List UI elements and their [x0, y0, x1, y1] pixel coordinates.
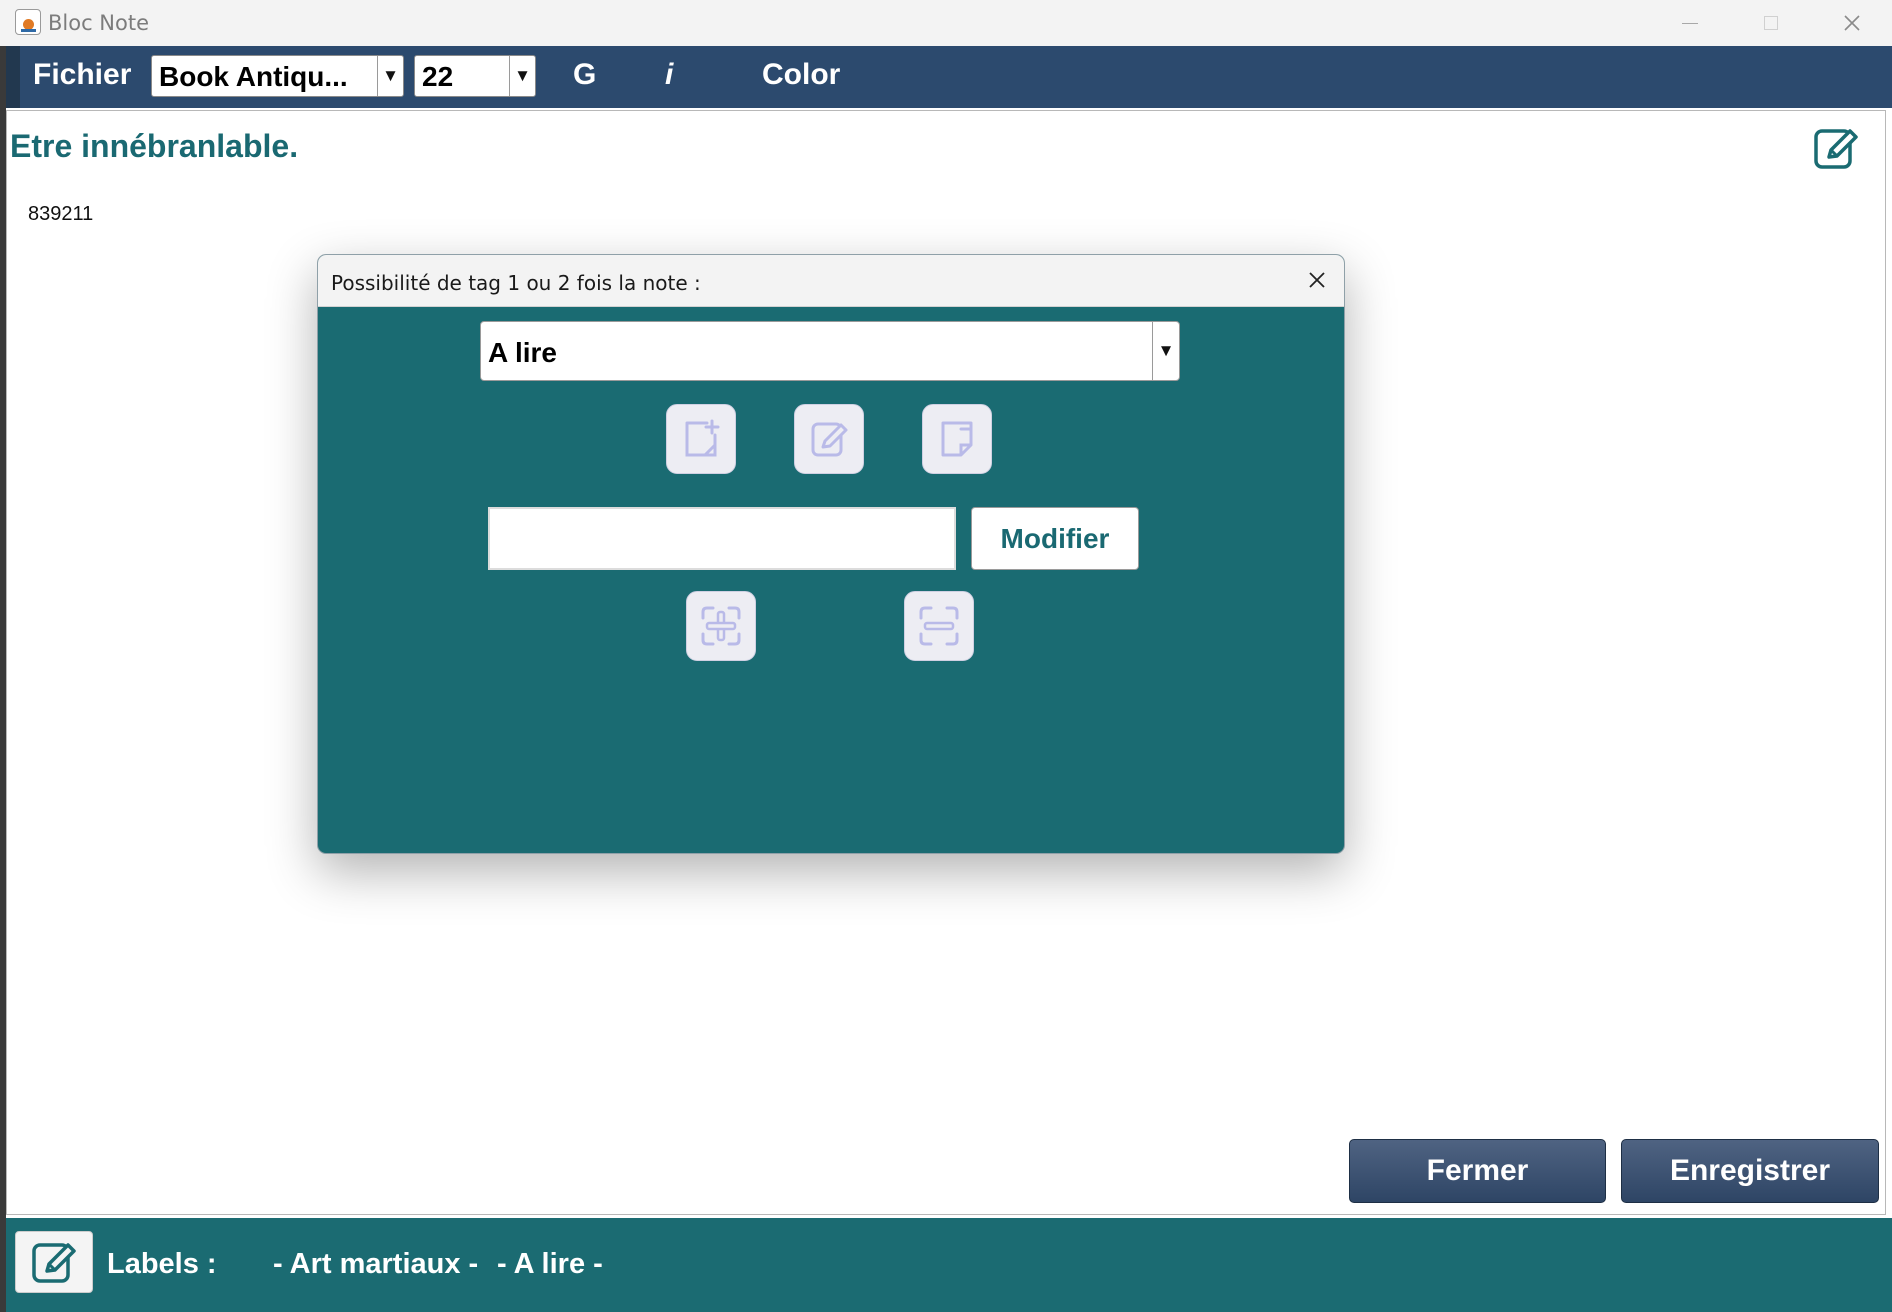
new-note-icon: [685, 419, 720, 457]
chevron-down-icon[interactable]: ▼: [377, 56, 403, 96]
new-tag-button[interactable]: [666, 404, 736, 474]
edit-note-icon: [811, 422, 848, 457]
label-tag[interactable]: - A lire -: [497, 1248, 603, 1281]
tag-select[interactable]: A lire ▼: [480, 321, 1180, 381]
color-button[interactable]: Color: [762, 58, 840, 92]
formatting-toolbar: Fichier Book Antiqu... ▼ 22 ▼ G i Color: [6, 46, 1892, 108]
font-family-value: Book Antiqu...: [159, 61, 348, 92]
italic-button[interactable]: i: [665, 58, 673, 92]
file-menu[interactable]: Fichier: [33, 58, 131, 92]
add-tag-button[interactable]: [686, 591, 756, 661]
note-title[interactable]: Etre innébranlable.: [10, 128, 298, 165]
close-icon: [1844, 15, 1860, 31]
labels-bar: Labels : - Art martiaux - - A lire -: [6, 1218, 1892, 1312]
edit-labels-button[interactable]: [15, 1231, 93, 1293]
minimize-icon: [1682, 22, 1698, 24]
minimize-button[interactable]: [1650, 0, 1730, 46]
minus-icon: [919, 606, 959, 646]
delete-tag-button[interactable]: [922, 404, 992, 474]
label-tag[interactable]: - Art martiaux -: [273, 1248, 478, 1281]
tag-name-input[interactable]: [488, 507, 956, 570]
java-app-icon: [15, 9, 41, 35]
chevron-down-icon[interactable]: ▼: [509, 56, 535, 96]
maximize-button[interactable]: [1731, 0, 1811, 46]
maximize-icon: [1764, 16, 1778, 30]
edit-note-icon[interactable]: [1813, 125, 1859, 171]
dialog-titlebar: Possibilité de tag 1 ou 2 fois la note :: [318, 255, 1344, 307]
dialog-title: Possibilité de tag 1 ou 2 fois la note :: [331, 271, 701, 295]
bold-button[interactable]: G: [573, 58, 596, 92]
remove-tag-button[interactable]: [904, 591, 974, 661]
window-titlebar: Bloc Note: [0, 0, 1892, 46]
font-size-select[interactable]: 22 ▼: [414, 55, 536, 97]
window-close-button[interactable]: [1812, 0, 1892, 46]
window-title: Bloc Note: [48, 11, 150, 35]
plus-icon: [701, 606, 741, 646]
tag-select-value: A lire: [488, 337, 557, 368]
close-note-button[interactable]: Fermer: [1349, 1139, 1606, 1203]
font-size-value: 22: [422, 61, 454, 92]
modify-button[interactable]: Modifier: [971, 507, 1139, 570]
note-body-text[interactable]: 839211: [28, 203, 93, 226]
close-icon[interactable]: [1304, 267, 1330, 293]
labels-heading: Labels :: [107, 1248, 217, 1280]
edit-tag-button[interactable]: [794, 404, 864, 474]
save-note-button[interactable]: Enregistrer: [1621, 1139, 1879, 1203]
font-family-select[interactable]: Book Antiqu... ▼: [151, 55, 404, 97]
chevron-down-icon[interactable]: ▼: [1152, 322, 1179, 380]
tag-dialog: Possibilité de tag 1 ou 2 fois la note :…: [317, 254, 1345, 854]
delete-note-icon: [941, 421, 973, 457]
edit-labels-icon: [32, 1243, 76, 1283]
